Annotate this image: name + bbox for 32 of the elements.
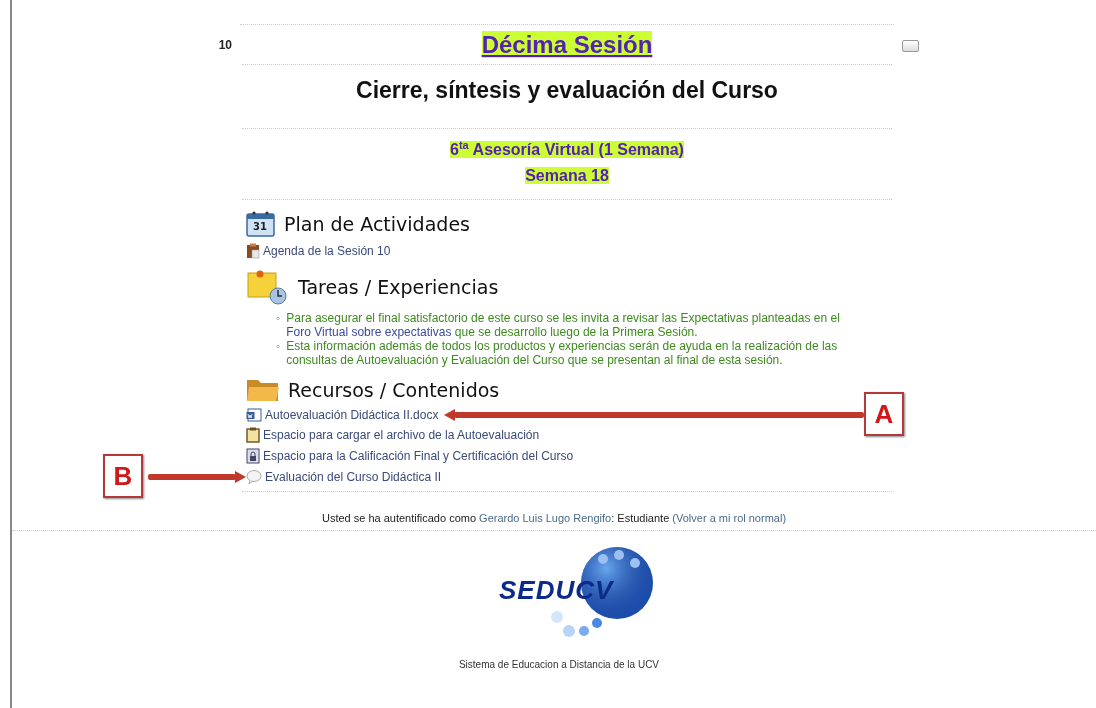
footer-caption: Sistema de Educacion a Distancia de la UCV: [458, 659, 660, 671]
calendar-icon: 31: [246, 210, 276, 239]
resource-link[interactable]: Autoevaluación Didáctica II.docx: [265, 408, 439, 423]
callout-label: A: [864, 392, 904, 437]
resource-link[interactable]: Agenda de la Sesión 10: [263, 244, 391, 259]
forum-link[interactable]: Foro Virtual sobre expectativas: [286, 325, 452, 340]
bullet-text: Esta información además de todos los productos y experiencias serán de ayuda en la realización de las consultas de Autoevaluación y Evaluación del Curso que se presentan al final de esta sesión.: [286, 339, 839, 368]
clipboard-icon: [246, 427, 260, 444]
section-heading: Tareas / Experiencias: [298, 276, 499, 299]
section-heading: Recursos / Contenidos: [288, 379, 500, 402]
section-subtitle: Cierre, síntesis y evaluación del Curso: [355, 76, 779, 105]
resource-link[interactable]: Espacio para la Calificación Final y Certificación del Curso: [263, 449, 574, 464]
section-title-link[interactable]: Décima Sesión: [481, 31, 653, 58]
collapse-icon[interactable]: [902, 40, 919, 52]
sticky-note-clock-icon: [246, 269, 290, 306]
section-heading: Plan de Actividades: [284, 213, 470, 236]
folder-icon: [246, 377, 280, 404]
switch-role-link[interactable]: (Volver a mi rol normal): [672, 512, 787, 525]
bullet-marker: ◦: [276, 311, 281, 328]
bullet-text: Para asegurar el final satisfactorio de este curso se les invita a revisar las Expectativas planteadas en el Foro Virtual sobre expectativas que se desarrollo luego de la Primera Sesión.: [286, 311, 841, 340]
lock-icon: [246, 448, 260, 465]
highlighted-text: 6$^{ta}$ Asesoría Virtual (1 Semana): [450, 141, 684, 159]
speech-bubble-icon: [246, 469, 262, 486]
clipboard-icon: [246, 243, 260, 260]
highlighted-text: Semana 18: [525, 167, 609, 185]
resource-link[interactable]: Espacio para cargar el archivo de la Autoevaluación: [263, 428, 540, 443]
resource-link[interactable]: Evaluación del Curso Didáctica II: [265, 470, 442, 485]
document-icon: [246, 408, 262, 423]
section-number: 10: [217, 37, 232, 53]
callout-label: B: [103, 454, 143, 499]
bullet-marker: ◦: [276, 339, 281, 356]
login-status-text: Usted se ha autentificado como Gerardo Luis Lugo Rengifo: Estudiante (Volver a mi rol normal): [12, 512, 1096, 532]
